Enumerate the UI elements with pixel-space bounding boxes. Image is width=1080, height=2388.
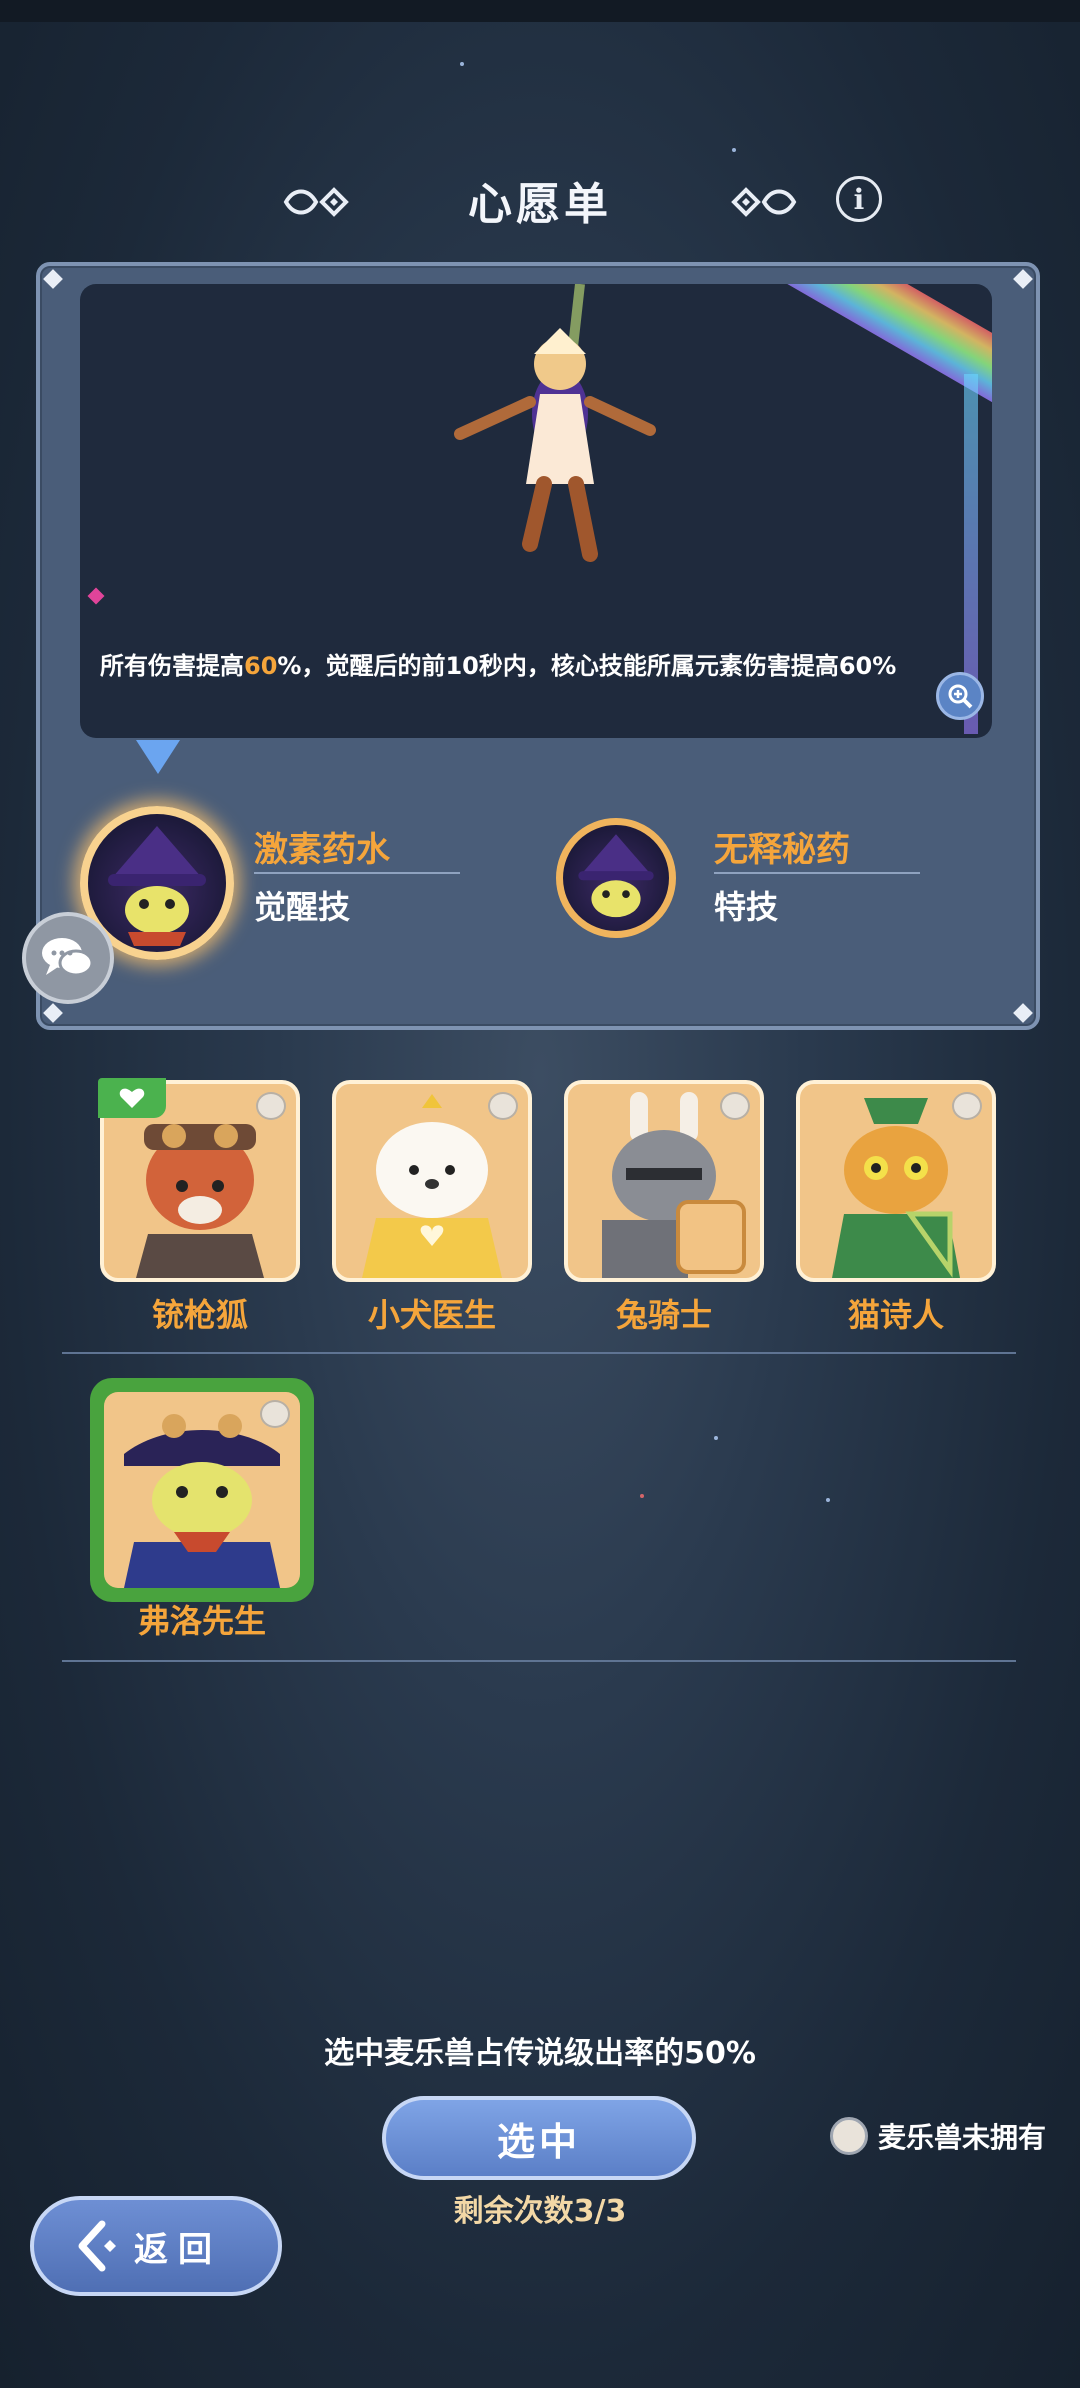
character-model: [454, 284, 656, 562]
skill-name: 激素药水: [254, 830, 390, 870]
zoom-icon[interactable]: [936, 672, 984, 720]
own-badge-icon: [720, 1092, 750, 1120]
pet-name: 弗洛先生: [137, 1602, 266, 1640]
corner-decoration: [1013, 1003, 1033, 1023]
own-badge-icon: [256, 1092, 286, 1120]
corner-decoration: [1013, 269, 1033, 289]
star-decoration: [640, 1494, 644, 1498]
pet-card[interactable]: [564, 1080, 764, 1282]
skill-divider: [254, 872, 460, 874]
selection-pointer: [136, 740, 180, 774]
pet-name: 铳枪狐: [151, 1296, 248, 1334]
skill-type: 觉醒技: [254, 888, 351, 926]
pet-card[interactable]: [332, 1080, 532, 1282]
row-divider: [62, 1352, 1016, 1354]
status-bar: [0, 0, 1080, 22]
skill-type: 特技: [714, 888, 779, 926]
wizard-frog-portrait: [108, 826, 206, 946]
own-badge-icon: [488, 1092, 518, 1120]
rate-info: 选中麦乐兽占传说级出率的50%: [324, 2036, 756, 2071]
back-button-label: 返回: [134, 2229, 222, 2270]
effect-decoration: [737, 284, 992, 405]
page-title: 心愿单: [468, 179, 612, 230]
info-icon[interactable]: i: [836, 176, 882, 222]
select-button-label: 选中: [496, 2119, 581, 2164]
row-divider: [62, 1660, 1016, 1662]
select-button[interactable]: 选中: [382, 2096, 696, 2180]
corner-decoration: [43, 269, 63, 289]
skill-icon-special[interactable]: [556, 818, 676, 938]
corner-decoration: [43, 1003, 63, 1023]
right-ornament-icon: [731, 187, 797, 217]
back-button[interactable]: 返回: [30, 2196, 282, 2296]
not-owned-label: 麦乐兽未拥有: [878, 2121, 1047, 2154]
not-owned-legend: 麦乐兽未拥有: [830, 2116, 1046, 2156]
pet-card[interactable]: [796, 1080, 996, 1282]
star-decoration: [460, 62, 464, 66]
star-decoration: [714, 1436, 718, 1440]
sparkle-decoration: [87, 587, 105, 605]
pet-card-selected[interactable]: [90, 1378, 314, 1602]
back-arrow-icon: [78, 2220, 116, 2272]
pet-name: 猫诗人: [847, 1296, 944, 1334]
own-badge-icon: [260, 1400, 290, 1428]
pet-name: 兔骑士: [615, 1296, 712, 1334]
skill-divider: [714, 872, 920, 874]
own-badge-icon: [830, 2117, 868, 2155]
heart-icon: [98, 1078, 166, 1118]
chat-icon[interactable]: [22, 912, 114, 1004]
skill-name: 无释秘药: [714, 830, 850, 870]
star-decoration: [826, 1498, 830, 1502]
wizard-frog-portrait: [578, 834, 654, 918]
pet-name: 小犬医生: [367, 1296, 496, 1334]
star-decoration: [732, 148, 736, 152]
own-badge-icon: [952, 1092, 982, 1120]
skill-description: 所有伤害提高60%，觉醒后的前10秒内，核心技能所属元素伤害提高60%: [100, 652, 897, 680]
